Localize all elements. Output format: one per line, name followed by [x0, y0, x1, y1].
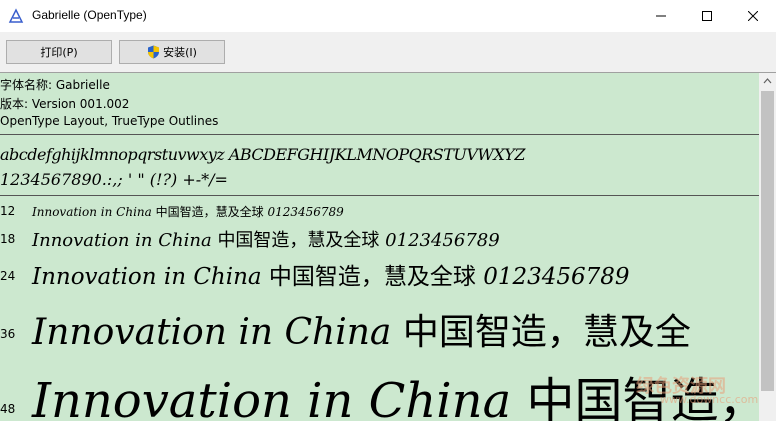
shield-icon: [148, 45, 160, 59]
scrollbar-thumb[interactable]: [761, 91, 774, 391]
maximize-icon: [702, 11, 712, 21]
charset-line-2: 1234567890.:,; ' " (!?) +-*/=: [0, 170, 228, 189]
version-line: 版本: Version 001.002: [0, 97, 130, 111]
sample-row-36: Innovation in China 中国智造，慧及全: [32, 303, 691, 355]
sample-latin: Innovation in China: [32, 312, 392, 353]
sample-cjk: 中国智造，慧及全球: [217, 230, 380, 251]
minimize-icon: [656, 15, 666, 17]
font-preview-pane: 字体名称: Gabrielle 版本: Version 001.002 Open…: [0, 73, 759, 421]
sample-latin: Innovation in China: [32, 264, 262, 290]
maximize-button[interactable]: [684, 0, 730, 32]
sample-cjk: 中国智造，慧及全球: [155, 205, 264, 219]
divider: [0, 195, 759, 196]
window-title: Gabrielle (OpenType): [32, 8, 147, 22]
install-button[interactable]: 安装(I): [119, 40, 225, 64]
sample-row-18: Innovation in China 中国智造，慧及全球 0123456789: [32, 226, 500, 252]
sample-latin: Innovation in China: [32, 205, 152, 219]
sample-digits: 0123456789: [483, 264, 630, 290]
sample-latin: Innovation in China: [32, 230, 212, 251]
watermark-url: www.downcc.com: [660, 393, 759, 406]
toolbar: 打印(P) 安装(I): [0, 32, 776, 73]
sample-digits: 0123456789: [385, 230, 500, 251]
install-button-label: 安装(I): [163, 46, 197, 59]
vertical-scrollbar[interactable]: [759, 73, 776, 421]
minimize-button[interactable]: [638, 0, 684, 32]
sample-size-label: 36: [0, 327, 16, 341]
title-bar: Gabrielle (OpenType): [0, 0, 776, 32]
divider: [0, 134, 759, 135]
sample-size-label: 48: [0, 402, 16, 416]
sample-size-label: 18: [0, 232, 16, 246]
print-button[interactable]: 打印(P): [6, 40, 112, 64]
sample-row-24: Innovation in China 中国智造，慧及全球 0123456789: [32, 257, 630, 291]
font-viewer-icon: [8, 8, 24, 23]
charset-line-1: abcdefghijklmnopqrstuvwxyz ABCDEFGHIJKLM…: [0, 145, 525, 164]
close-icon: [748, 11, 758, 21]
sample-row-12: Innovation in China 中国智造，慧及全球 0123456789: [32, 203, 344, 220]
font-name-line: 字体名称: Gabrielle: [0, 78, 110, 92]
outline-type-line: OpenType Layout, TrueType Outlines: [0, 114, 219, 128]
scroll-up-icon[interactable]: [759, 73, 776, 90]
sample-digits: 0123456789: [267, 205, 344, 219]
close-button[interactable]: [730, 0, 776, 32]
sample-size-label: 24: [0, 269, 16, 283]
sample-cjk: 中国智造，慧及全球: [268, 264, 476, 290]
sample-cjk: 中国智造，慧及全: [402, 312, 691, 353]
sample-latin: Innovation in China: [32, 373, 512, 421]
print-button-label: 打印(P): [40, 46, 78, 59]
sample-size-label: 12: [0, 204, 16, 218]
